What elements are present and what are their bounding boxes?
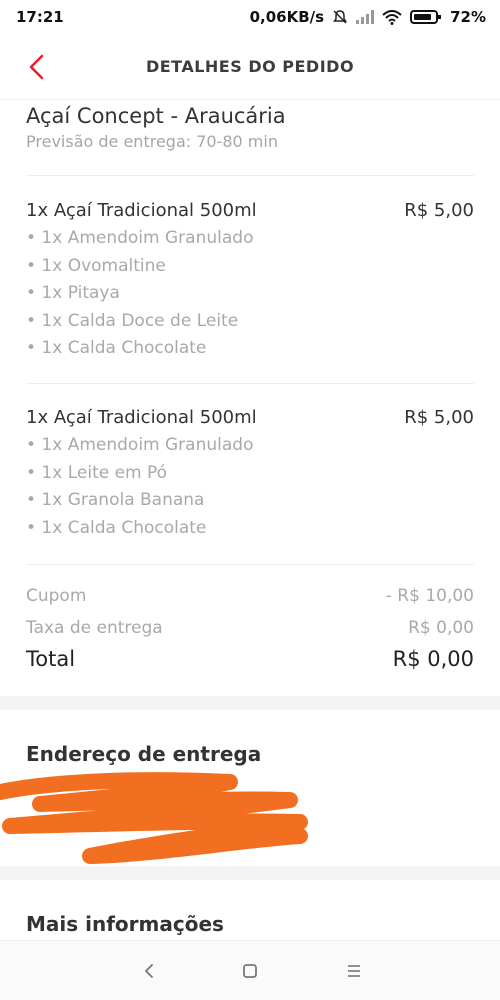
status-time: 17:21 xyxy=(16,8,64,26)
item-option: • 1x Amendoim Granulado xyxy=(26,435,254,455)
chevron-left-icon xyxy=(29,54,44,80)
delivery-fee-row: Taxa de entrega R$ 0,00 xyxy=(26,618,474,638)
item-option: • 1x Calda Chocolate xyxy=(26,517,207,538)
item-option: • 1x Calda Chocolate xyxy=(26,338,207,359)
order-item-title: 1x Açaí Tradicional 500ml xyxy=(26,406,257,428)
item-option: • 1x Ovomaltine xyxy=(26,255,166,276)
address-section-title: Endereço de entrega xyxy=(26,742,262,766)
delivery-eta: Previsão de entrega: 70-80 min xyxy=(26,132,278,151)
alarm-off-icon xyxy=(332,9,348,25)
system-nav-bar xyxy=(0,940,500,1000)
total-label: Total xyxy=(26,647,76,671)
signal-icon xyxy=(356,10,375,24)
status-bar: 17:21 0,06KB/s 72% xyxy=(0,0,500,34)
battery-icon xyxy=(410,9,442,25)
nav-menu-icon xyxy=(348,965,360,977)
divider xyxy=(26,175,474,176)
divider xyxy=(26,383,474,384)
app-header: DETALHES DO PEDIDO xyxy=(0,34,500,100)
store-name: Açaí Concept - Araucária xyxy=(26,104,286,128)
order-item-title: 1x Açaí Tradicional 500ml xyxy=(26,199,257,221)
nav-home-icon xyxy=(243,964,257,978)
item-option: • 1x Amendoim Granulado xyxy=(26,228,254,248)
total-row: Total R$ 0,00 xyxy=(26,647,474,671)
status-icons: 0,06KB/s 72% xyxy=(250,8,486,26)
coupon-label: Cupom xyxy=(26,586,87,606)
order-item-header: 1x Açaí Tradicional 500ml R$ 5,00 xyxy=(26,195,474,225)
section-separator xyxy=(0,866,500,880)
nav-back-icon xyxy=(145,964,153,978)
item-option: • 1x Granola Banana xyxy=(26,490,205,511)
total-value: R$ 0,00 xyxy=(392,647,474,671)
network-speed: 0,06KB/s xyxy=(249,8,325,26)
redacted-address xyxy=(0,772,308,864)
order-item-price: R$ 5,00 xyxy=(404,199,474,221)
nav-back-button[interactable] xyxy=(137,959,161,983)
divider xyxy=(26,564,474,565)
coupon-row: Cupom - R$ 10,00 xyxy=(26,586,474,606)
battery-percent: 72% xyxy=(450,8,486,26)
nav-home-button[interactable] xyxy=(238,959,262,983)
order-item: 1x Açaí Tradicional 500ml R$ 5,00 • 1x A… xyxy=(26,402,474,542)
section-separator xyxy=(0,696,500,710)
delivery-fee-value: R$ 0,00 xyxy=(408,618,474,638)
more-info-title: Mais informações xyxy=(26,912,224,936)
order-details[interactable]: Açaí Concept - Araucária Previsão de ent… xyxy=(0,100,500,940)
order-item-price: R$ 5,00 xyxy=(404,406,474,428)
delivery-fee-label: Taxa de entrega xyxy=(26,618,163,638)
coupon-value: - R$ 10,00 xyxy=(385,586,474,606)
back-button[interactable] xyxy=(22,51,50,83)
page-title: DETALHES DO PEDIDO xyxy=(145,57,355,76)
order-item: 1x Açaí Tradicional 500ml R$ 5,00 • 1x A… xyxy=(26,195,474,363)
nav-menu-button[interactable] xyxy=(342,959,366,983)
item-option: • 1x Pitaya xyxy=(26,283,120,304)
wifi-icon xyxy=(382,9,402,25)
order-item-header: 1x Açaí Tradicional 500ml R$ 5,00 xyxy=(26,402,474,432)
item-option: • 1x Calda Doce de Leite xyxy=(26,310,239,331)
item-option: • 1x Leite em Pó xyxy=(26,462,168,483)
